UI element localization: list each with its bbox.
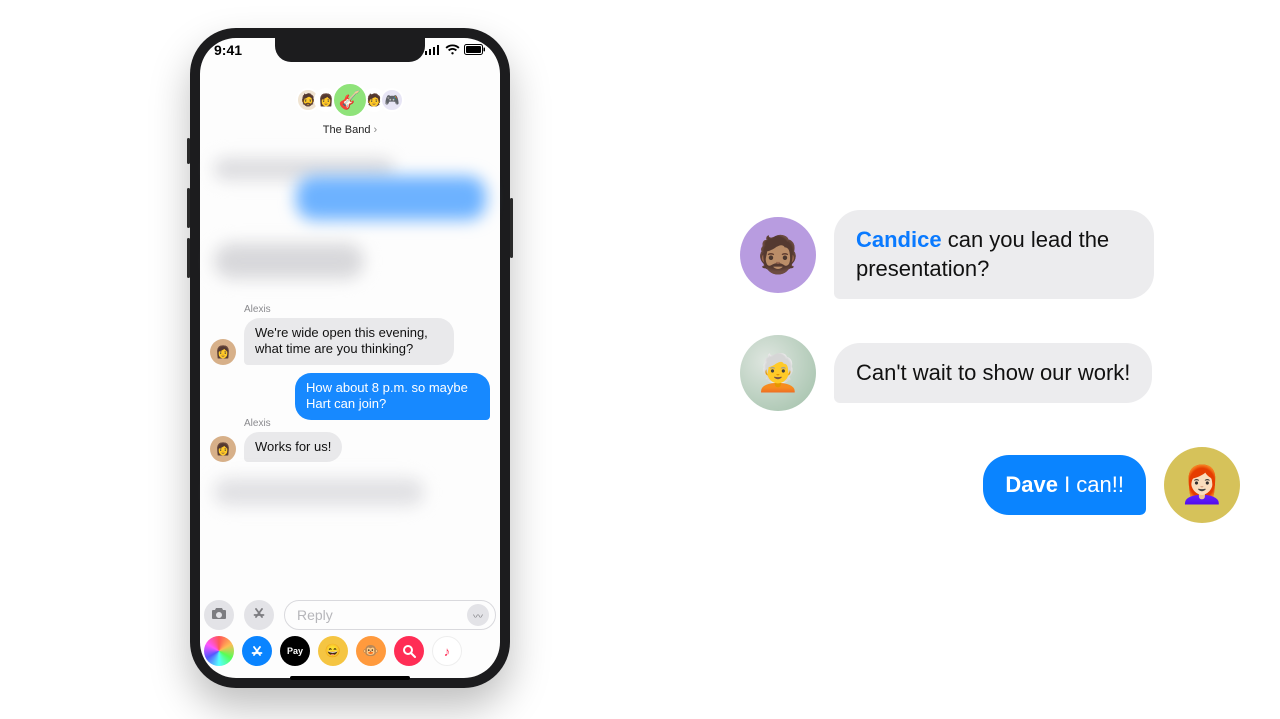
conversation-name[interactable]: The Band › — [200, 124, 500, 136]
group-name-label: The Band — [323, 124, 371, 136]
status-time: 9:41 — [214, 42, 242, 58]
reply-placeholder: Reply — [297, 607, 333, 623]
conversation-header[interactable]: 🧔 👩 🎸 🧑 🎮 The Band › — [200, 76, 500, 136]
avatar-memoji: 👩🏻‍🦰 — [1164, 447, 1240, 523]
music-app-icon[interactable]: ♪ — [432, 636, 462, 666]
message-text: I can!! — [1058, 472, 1124, 497]
memoji-app-icon[interactable]: 😄 — [318, 636, 348, 666]
wifi-icon — [445, 42, 460, 58]
stickers-app-icon[interactable]: 🐵 — [356, 636, 386, 666]
group-avatar-cluster: 🧔 👩 🎸 🧑 🎮 — [200, 82, 500, 118]
message-outgoing: How about 8 p.m. so maybe Hart can join? — [295, 373, 490, 420]
camera-icon — [211, 607, 227, 624]
appstore-icon — [252, 606, 266, 624]
sender-label: Alexis — [244, 304, 271, 315]
imessage-app-drawer[interactable]: Pay 😄 🐵 ♪ — [204, 636, 496, 666]
sender-label: Alexis — [244, 418, 271, 429]
avatar-memoji: 🧔🏽 — [740, 217, 816, 293]
mention: Candice — [856, 227, 942, 252]
reply-input[interactable]: Reply 〰 — [284, 600, 496, 630]
apple-pay-app-icon[interactable]: Pay — [280, 636, 310, 666]
app-store-button[interactable] — [244, 600, 274, 630]
signal-icon — [425, 42, 441, 58]
home-indicator[interactable] — [290, 676, 410, 680]
message-incoming-large: 🧔🏽 Candice can you lead the presentation… — [740, 210, 1240, 299]
chevron-right-icon: › — [374, 124, 378, 136]
silence-switch[interactable] — [187, 138, 190, 164]
volume-up-button[interactable] — [187, 188, 190, 228]
waveform-icon: 〰 — [473, 608, 483, 623]
sender-avatar[interactable]: 👩 — [210, 339, 236, 365]
feature-chat-overlay: 🧔🏽 Candice can you lead the presentation… — [740, 210, 1240, 559]
message-incoming: Alexis 👩 Works for us! — [210, 432, 342, 462]
blurred-message — [214, 478, 424, 506]
message-bubble[interactable]: We're wide open this evening, what time … — [244, 318, 454, 365]
message-bubble-large: Candice can you lead the presentation? — [834, 210, 1154, 299]
message-incoming-large: 🧑‍🦳 Can't wait to show our work! — [740, 335, 1240, 411]
message-bubble[interactable]: Works for us! — [244, 432, 342, 462]
avatar-photo: 🧑‍🦳 — [740, 335, 816, 411]
camera-button[interactable] — [204, 600, 234, 630]
search-app-icon[interactable] — [394, 636, 424, 666]
status-bar: 9:41 — [190, 42, 510, 58]
volume-down-button[interactable] — [187, 238, 190, 278]
blurred-message — [214, 243, 364, 279]
message-input-bar: Reply 〰 — [204, 600, 496, 630]
message-bubble[interactable]: How about 8 p.m. so maybe Hart can join? — [295, 373, 490, 420]
message-incoming: Alexis 👩 We're wide open this evening, w… — [210, 318, 454, 365]
message-bubble-large: Can't wait to show our work! — [834, 343, 1152, 404]
blurred-message — [296, 176, 486, 220]
appstore-app-icon[interactable] — [242, 636, 272, 666]
dictation-button[interactable]: 〰 — [467, 604, 489, 626]
power-button[interactable] — [510, 198, 513, 258]
battery-icon — [464, 42, 486, 58]
sender-avatar[interactable]: 👩 — [210, 436, 236, 462]
mention: Dave — [1005, 472, 1058, 497]
apple-pay-label: Pay — [287, 646, 303, 656]
photos-app-icon[interactable] — [204, 636, 234, 666]
message-outgoing-large: 👩🏻‍🦰 Dave I can!! — [740, 447, 1240, 523]
iphone-frame: 9:41 🧔 👩 🎸 🧑 🎮 The Band › — [190, 28, 510, 688]
message-bubble-large: Dave I can!! — [983, 455, 1146, 516]
